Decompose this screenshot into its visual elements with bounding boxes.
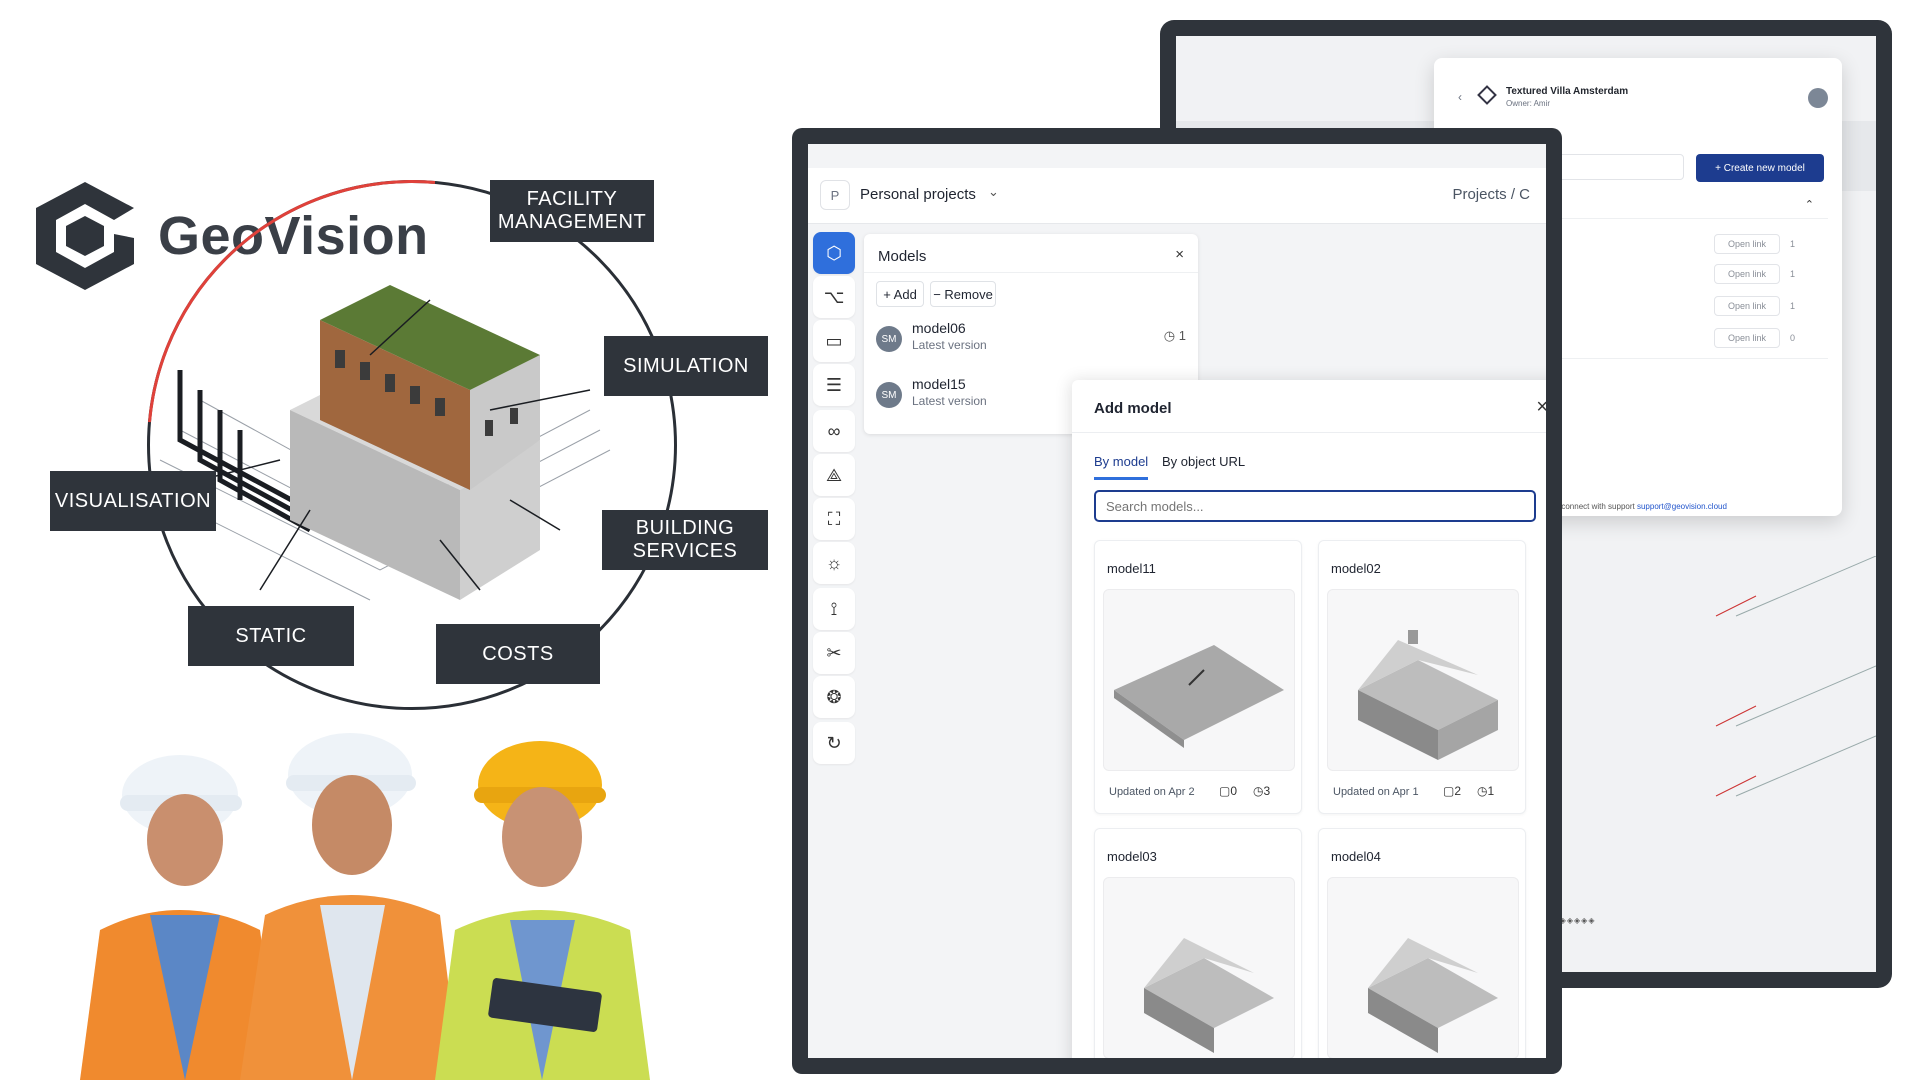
models-cube-icon[interactable]: ⬡ (813, 232, 855, 274)
label-visualisation: VISUALISATION (50, 471, 216, 531)
add-model-dialog: Add model × By model By object URL model… (1072, 380, 1546, 1058)
project-title: Textured Villa Amsterdam (1506, 86, 1629, 97)
comment-number: 2 (1454, 784, 1462, 798)
engineers-photo (80, 733, 650, 1080)
updated-date: Updated on Apr 1 (1333, 786, 1419, 798)
open-link-button[interactable]: Open link (1714, 328, 1780, 348)
project-selector[interactable]: Personal projects (860, 186, 976, 203)
model-thumbnail (1103, 589, 1295, 771)
model-version-label: Latest version (912, 394, 987, 408)
collapse-chevron-icon[interactable]: ⌃ (1805, 198, 1814, 211)
support-help-text: help connect with support support@geovis… (1544, 502, 1727, 511)
remove-model-button[interactable]: − Remove (930, 281, 996, 307)
version-number: 1 (1178, 328, 1186, 343)
measure-icon[interactable]: ⟟ (813, 588, 855, 630)
versions-count: ◷1 (1477, 784, 1494, 798)
model-card[interactable]: model04 (1318, 828, 1526, 1058)
avatar: SM (876, 326, 902, 352)
add-model-button[interactable]: + Add (876, 281, 924, 307)
support-email-link[interactable]: support@geovision.cloud (1637, 502, 1727, 511)
comment-number: 0 (1230, 784, 1238, 798)
comment-icon: ▢ (1443, 784, 1455, 798)
open-link-button[interactable]: Open link (1714, 264, 1780, 284)
comment-icon: ▢ (1219, 784, 1231, 798)
app-window: P Personal projects ⌄ Projects / C ⬡ ⌥ ▭… (792, 128, 1562, 1074)
card-title: model11 (1107, 561, 1156, 576)
comment-count: 1 (1790, 239, 1796, 249)
model-version-label: Latest version (912, 338, 987, 352)
tab-by-object-url[interactable]: By object URL (1162, 454, 1245, 477)
history-clock-icon: ◷ (1163, 328, 1179, 343)
model-card[interactable]: model03 (1094, 828, 1302, 1058)
versions-count: ◷3 (1253, 784, 1270, 798)
fullscreen-icon[interactable]: ⛶ (813, 498, 855, 540)
project-topbar: P Personal projects ⌄ Projects / C (808, 168, 1546, 224)
tab-by-model[interactable]: By model (1094, 454, 1149, 480)
avatar: SM (876, 382, 902, 408)
comment-count: 0 (1790, 333, 1796, 343)
version-number: 1 (1487, 784, 1495, 798)
light-sun-icon[interactable]: ☼ (813, 542, 855, 584)
label-costs: COSTS (436, 624, 600, 684)
dialog-title: Add model (1094, 400, 1172, 417)
history-clock-icon: ◷ (1477, 784, 1488, 798)
close-icon[interactable]: × (1175, 246, 1184, 263)
project-owner: Owner: Amir (1506, 99, 1551, 108)
comments-count: ▢0 (1219, 784, 1237, 798)
project-badge[interactable]: P (820, 180, 850, 210)
comments-count: ▢2 (1443, 784, 1461, 798)
tool-rail: ⬡ ⌥ ▭ ☰ ∞ ⟁ ⛶ ☼ ⟟ ✂ ❂ ↻ (808, 232, 858, 1058)
open-link-button[interactable]: Open link (1714, 234, 1780, 254)
filter-icon[interactable]: ⟁ (813, 454, 855, 496)
history-clock-icon: ◷ (1253, 784, 1264, 798)
label-facility-management: FACILITY MANAGEMENT (490, 180, 654, 242)
section-scissors-icon[interactable]: ✂ (813, 632, 855, 674)
label-static: STATIC (188, 606, 354, 666)
list-item[interactable]: SM model06 Latest version ◷ 1 (876, 318, 1186, 366)
project-cube-icon (1477, 85, 1497, 105)
chevron-down-icon[interactable]: ⌄ (988, 184, 999, 200)
versions-count: ◷ 1 (1164, 328, 1186, 344)
model-card[interactable]: model11 Updated on Apr 2 ▢0 ◷3 (1094, 540, 1302, 814)
reset-view-icon[interactable]: ↻ (813, 722, 855, 764)
app-viewport: P Personal projects ⌄ Projects / C ⬡ ⌥ ▭… (808, 144, 1546, 1058)
comment-count: 1 (1790, 301, 1796, 311)
label-building-services: BUILDING SERVICES (602, 510, 768, 570)
updated-date: Updated on Apr 2 (1109, 786, 1195, 798)
card-title: model02 (1331, 561, 1381, 576)
comments-icon[interactable]: ▭ (813, 320, 855, 362)
layers-icon[interactable]: ☰ (813, 364, 855, 406)
model-card[interactable]: model02 Updated on Apr 1 ▢2 ◷1 (1318, 540, 1526, 814)
breadcrumb[interactable]: Projects / C (1452, 186, 1530, 203)
viewport-annotations (1715, 556, 1876, 797)
model-name: model15 (912, 376, 966, 392)
scene-tree-icon[interactable]: ⌥ (813, 276, 855, 318)
building-illustration (149, 285, 611, 601)
model-name: model06 (912, 320, 966, 336)
card-title: model04 (1331, 849, 1381, 864)
card-title: model03 (1107, 849, 1157, 864)
geovision-logo-icon (36, 182, 134, 290)
models-panel-title: Models (878, 248, 927, 265)
model-thumbnail (1327, 877, 1519, 1058)
close-icon[interactable]: × (1536, 396, 1546, 419)
label-simulation: SIMULATION (604, 336, 768, 396)
back-arrow-icon[interactable]: ‹ (1458, 90, 1462, 104)
divider (1072, 432, 1546, 433)
create-new-model-button[interactable]: + Create new model (1696, 154, 1824, 182)
view-glasses-icon[interactable]: ∞ (813, 410, 855, 452)
model-thumbnail (1327, 589, 1519, 771)
model-thumbnail (1103, 877, 1295, 1058)
comment-count: 1 (1790, 269, 1796, 279)
open-link-button[interactable]: Open link (1714, 296, 1780, 316)
divider (864, 272, 1198, 273)
user-avatar[interactable] (1808, 88, 1828, 108)
explode-icon[interactable]: ❂ (813, 676, 855, 718)
search-input[interactable] (1094, 490, 1536, 522)
version-number: 3 (1263, 784, 1271, 798)
